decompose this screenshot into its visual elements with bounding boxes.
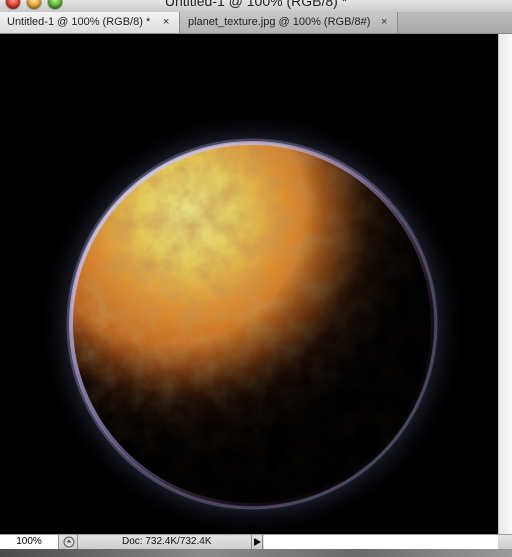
planet-image	[37, 109, 467, 534]
tab-untitled-1[interactable]: Untitled-1 @ 100% (RGB/8) * ×	[0, 12, 180, 33]
status-bar: 100% Doc: 732.4K/732.4K	[0, 534, 512, 549]
document-tab-bar: Untitled-1 @ 100% (RGB/8) * × planet_tex…	[0, 12, 512, 34]
status-info-icon[interactable]	[61, 535, 78, 549]
photoshop-document-window: Untitled-1 @ 100% (RGB/8) * Untitled-1 @…	[0, 0, 512, 557]
tab-label: Untitled-1 @ 100% (RGB/8) *	[7, 16, 151, 28]
zoom-level-field[interactable]: 100%	[0, 535, 59, 549]
background-desktop-strip	[0, 549, 512, 557]
vertical-scrollbar[interactable]	[498, 34, 512, 534]
tab-close-icon[interactable]: ×	[381, 12, 387, 33]
tab-label: planet_texture.jpg @ 100% (RGB/8#)	[188, 16, 371, 28]
title-bar[interactable]: Untitled-1 @ 100% (RGB/8) *	[0, 0, 512, 12]
document-canvas[interactable]	[0, 34, 498, 534]
window-title: Untitled-1 @ 100% (RGB/8) *	[164, 0, 348, 9]
tab-bar-empty-area	[398, 12, 512, 33]
tab-close-icon[interactable]: ×	[163, 12, 169, 33]
horizontal-scrollbar[interactable]	[264, 535, 498, 549]
document-size-info: Doc: 732.4K/732.4K	[122, 536, 212, 547]
status-menu-arrow-icon[interactable]	[251, 535, 263, 549]
tab-planet-texture[interactable]: planet_texture.jpg @ 100% (RGB/8#) ×	[180, 12, 398, 33]
